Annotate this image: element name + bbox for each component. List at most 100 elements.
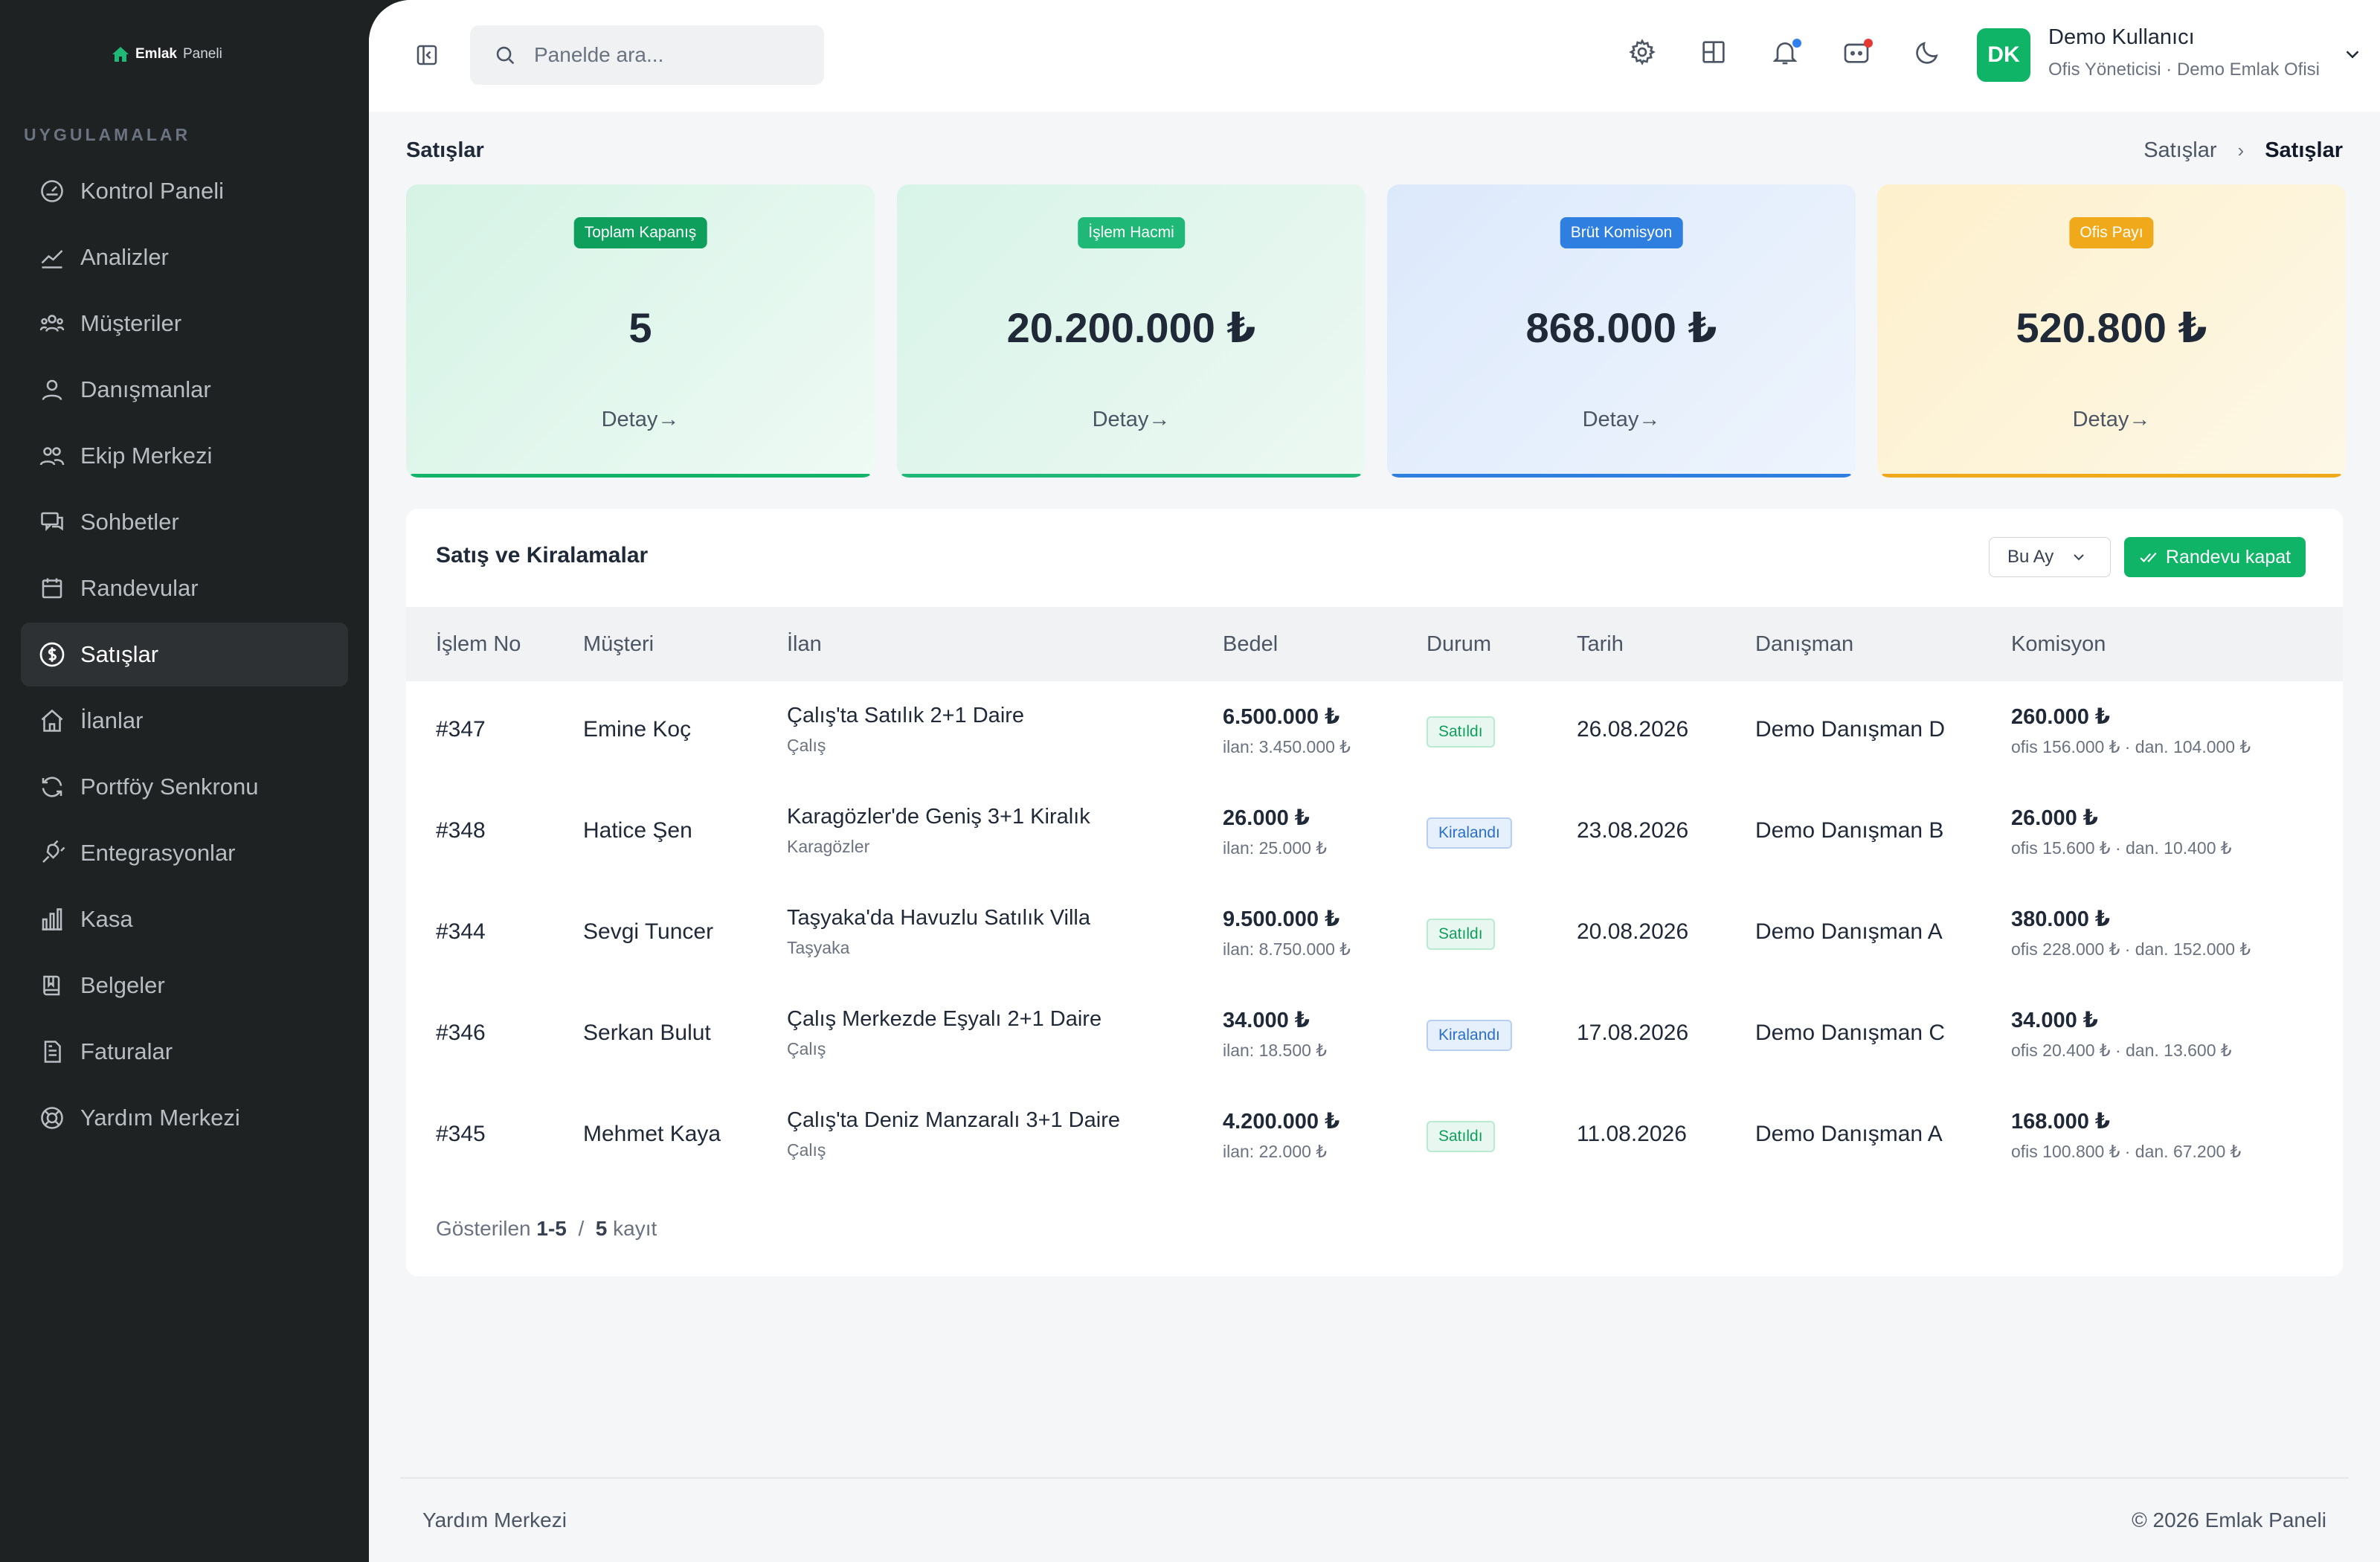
avatar[interactable]: DK	[1977, 28, 2030, 82]
breadcrumb-parent[interactable]: Satışlar	[2143, 138, 2216, 163]
pager-range: 1-5	[536, 1217, 567, 1240]
listing-title[interactable]: Taşyaka'da Havuzlu Satılık Villa	[787, 906, 1090, 931]
commission-value: 380.000 ₺	[2011, 907, 2111, 931]
column-header[interactable]: İşlem No	[436, 632, 521, 657]
stat-value: 520.800 ₺	[2016, 304, 2207, 351]
user-name[interactable]: Demo Kullanıcı	[2048, 25, 2195, 50]
price-value: 26.000 ₺	[1223, 806, 1310, 830]
footer-help-link[interactable]: Yardım Merkezi	[422, 1508, 567, 1532]
table-row[interactable]: #344 Sevgi Tuncer Taşyaka'da Havuzlu Sat…	[406, 884, 2343, 985]
sidebar-item-label: Ekip Merkezi	[80, 443, 213, 469]
stat-detail-link[interactable]: Detay→	[1387, 408, 1856, 432]
sidebar-item-faturalar[interactable]: Faturalar	[21, 1020, 348, 1084]
period-select-value: Bu Ay	[2007, 547, 2054, 567]
pager-total: 5	[595, 1217, 608, 1240]
table-row[interactable]: #345 Mehmet Kaya Çalış'ta Deniz Manzaral…	[406, 1086, 2343, 1187]
column-header[interactable]: Komisyon	[2011, 632, 2106, 657]
close-appointment-button[interactable]: Randevu kapat	[2124, 537, 2306, 577]
price-cell: 6.500.000 ₺ ilan: 3.450.000 ₺	[1223, 704, 1351, 757]
stat-value: 868.000 ₺	[1525, 304, 1717, 351]
sidebar-item-label: Portföy Senkronu	[80, 774, 259, 800]
brand-logo[interactable]: Emlak Paneli	[112, 46, 222, 62]
sidebar-item-yardim-merkezi[interactable]: Yardım Merkezi	[21, 1086, 348, 1150]
listing-title[interactable]: Çalış Merkezde Eşyalı 2+1 Daire	[787, 1007, 1101, 1032]
table-row[interactable]: #347 Emine Koç Çalış'ta Satılık 2+1 Dair…	[406, 681, 2343, 782]
invoice-icon	[44, 1041, 61, 1063]
sidebar-item-randevular[interactable]: Randevular	[21, 556, 348, 620]
price-value: 34.000 ₺	[1223, 1009, 1310, 1032]
sidebar-item-sohbetler[interactable]: Sohbetler	[21, 490, 348, 554]
stat-card-total-closings[interactable]: Toplam Kapanış 5 Detay→	[406, 184, 875, 478]
transaction-id: #348	[436, 818, 486, 843]
search-box[interactable]	[470, 25, 824, 85]
chevron-down-icon[interactable]	[2341, 43, 2364, 65]
layout-button[interactable]	[1699, 37, 1731, 70]
commission-value: 34.000 ₺	[2011, 1009, 2098, 1032]
column-header[interactable]: Müşteri	[583, 632, 654, 657]
sidebar-item-musteriler[interactable]: Müşteriler	[21, 292, 348, 356]
status-badge: Satıldı	[1427, 919, 1495, 950]
stat-card-gross-commission[interactable]: Brüt Komisyon 868.000 ₺ Detay→	[1387, 184, 1856, 478]
pager-suffix: kayıt	[613, 1217, 657, 1240]
transaction-date: 20.08.2026	[1577, 919, 1689, 944]
sidebar-item-label: Sohbetler	[80, 509, 179, 535]
agent-name: Demo Danışman C	[1755, 1021, 1946, 1045]
agent-name: Demo Danışman A	[1755, 919, 1943, 944]
check-double-icon	[2140, 552, 2157, 562]
sidebar-item-ilanlar[interactable]: İlanlar	[21, 689, 348, 753]
theme-toggle-button[interactable]	[1913, 37, 1946, 70]
column-header[interactable]: İlan	[787, 632, 822, 657]
price-cell: 26.000 ₺ ilan: 25.000 ₺	[1223, 805, 1327, 858]
sidebar-item-label: Müşteriler	[80, 310, 182, 336]
sidebar-item-kasa[interactable]: Kasa	[21, 887, 348, 951]
customer-name: Hatice Şen	[583, 818, 692, 843]
settings-button[interactable]	[1627, 37, 1660, 70]
messages-button[interactable]	[1842, 37, 1874, 70]
transaction-date: 23.08.2026	[1577, 818, 1689, 843]
stat-detail-link[interactable]: Detay→	[1877, 408, 2346, 432]
search-input[interactable]	[534, 43, 802, 67]
sidebar-item-kontrol-paneli[interactable]: Kontrol Paneli	[21, 159, 348, 223]
sidebar-item-danismanlar[interactable]: Danışmanlar	[21, 358, 348, 422]
sidebar-item-label: Danışmanlar	[80, 376, 211, 402]
breadcrumb: Satışlar › Satışlar	[2143, 138, 2343, 163]
stat-card-volume[interactable]: İşlem Hacmi 20.200.000 ₺ Detay→	[897, 184, 1366, 478]
sidebar-item-ekip-merkezi[interactable]: Ekip Merkezi	[21, 424, 348, 488]
sidebar-item-analizler[interactable]: Analizler	[21, 225, 348, 289]
listing-title[interactable]: Karagözler'de Geniş 3+1 Kiralık	[787, 805, 1090, 829]
layout-icon	[1702, 41, 1725, 63]
commission-cell: 34.000 ₺ ofis 20.400 ₺ · dan. 13.600 ₺	[2011, 1007, 2232, 1061]
sidebar-item-belgeler[interactable]: Belgeler	[21, 954, 348, 1018]
sidebar-item-label: Faturalar	[80, 1038, 173, 1064]
notifications-button[interactable]	[1770, 37, 1803, 70]
status-badge: Satıldı	[1427, 1121, 1495, 1152]
column-header[interactable]: Durum	[1427, 632, 1491, 657]
chart-line-icon	[41, 250, 63, 269]
user-icon	[42, 379, 62, 400]
listing-cell: Karagözler'de Geniş 3+1 Kiralık Karagözl…	[787, 805, 1090, 857]
sidebar-item-satislar[interactable]: Satışlar	[21, 623, 348, 687]
stat-card-office-share[interactable]: Ofis Payı 520.800 ₺ Detay→	[1877, 184, 2346, 478]
stat-detail-link[interactable]: Detay→	[406, 408, 875, 432]
sidebar-item-portfoy-senkronu[interactable]: Portföy Senkronu	[21, 755, 348, 819]
sidebar-toggle-icon[interactable]	[414, 42, 440, 68]
table-row[interactable]: #348 Hatice Şen Karagözler'de Geniş 3+1 …	[406, 782, 2343, 884]
listing-title[interactable]: Çalış'ta Deniz Manzaralı 3+1 Daire	[787, 1108, 1120, 1133]
period-select[interactable]: Bu Ay	[1989, 537, 2111, 577]
listed-price: ilan: 25.000 ₺	[1223, 838, 1327, 858]
transaction-date: 17.08.2026	[1577, 1021, 1689, 1045]
price-cell: 4.200.000 ₺ ilan: 22.000 ₺	[1223, 1108, 1339, 1162]
table-row[interactable]: #346 Serkan Bulut Çalış Merkezde Eşyalı …	[406, 985, 2343, 1086]
column-header[interactable]: Bedel	[1223, 632, 1278, 657]
stat-value: 20.200.000 ₺	[1006, 304, 1256, 351]
sidebar-item-entegrasyonlar[interactable]: Entegrasyonlar	[21, 821, 348, 885]
price-cell: 9.500.000 ₺ ilan: 8.750.000 ₺	[1223, 906, 1351, 960]
close-appointment-label: Randevu kapat	[2165, 546, 2291, 568]
listing-location: Çalış	[787, 1039, 826, 1058]
listing-title[interactable]: Çalış'ta Satılık 2+1 Daire	[787, 704, 1024, 728]
transaction-id: #344	[436, 919, 486, 944]
listing-location: Çalış	[787, 1140, 826, 1160]
column-header[interactable]: Danışman	[1755, 632, 1853, 657]
stat-detail-link[interactable]: Detay→	[897, 408, 1366, 432]
column-header[interactable]: Tarih	[1577, 632, 1624, 657]
